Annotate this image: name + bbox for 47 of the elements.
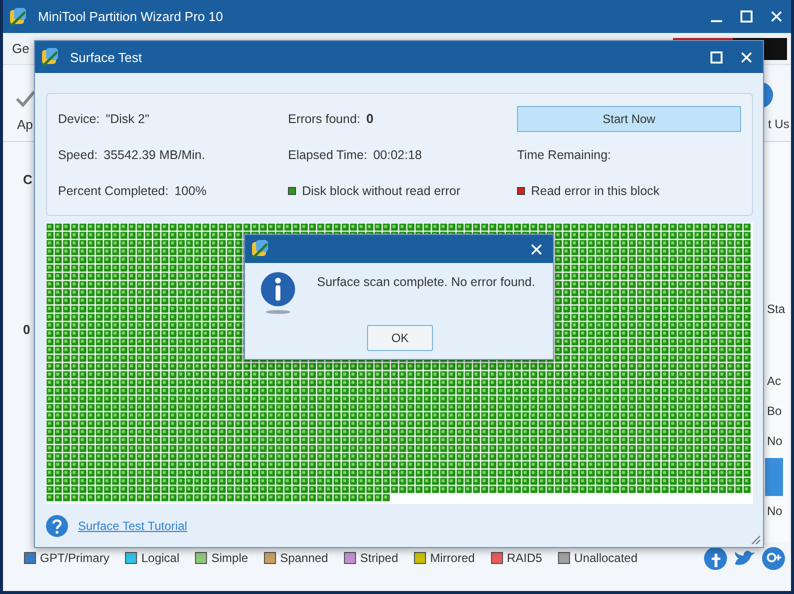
field-value: 35542.39 MB/Min. (104, 148, 206, 162)
message-text: Surface scan complete. No error found. (317, 275, 536, 289)
side-heading: C (23, 172, 32, 187)
ok-button[interactable]: OK (367, 325, 433, 351)
window-title: MiniTool Partition Wizard Pro 10 (38, 9, 223, 24)
field-label: Time Remaining: (517, 148, 612, 162)
table-cell: No (767, 434, 782, 448)
field-value: "Disk 2" (106, 112, 150, 126)
table-cell: Bo (767, 404, 782, 418)
close-icon[interactable] (530, 242, 543, 256)
field-label: Errors found: (288, 112, 360, 126)
field-label: Device: (58, 112, 100, 126)
legend-label: GPT/Primary (40, 551, 110, 565)
legend-label: Read error in this block (531, 184, 660, 198)
toolbar-label[interactable]: Ap (17, 117, 33, 132)
table-cell: Sta (767, 302, 786, 316)
close-icon[interactable] (740, 50, 753, 64)
maximize-icon[interactable] (710, 50, 723, 64)
field-label: Elapsed Time: (288, 148, 368, 162)
field-value: 100% (174, 184, 206, 198)
side-heading: 0 (23, 322, 30, 337)
toolbar-label[interactable]: t Us (768, 117, 790, 131)
help-icon[interactable] (46, 515, 68, 537)
legend-label: Spanned (280, 551, 328, 565)
menu-item[interactable]: Ge (12, 41, 30, 56)
field-label: Speed: (58, 148, 98, 162)
resize-grip-icon[interactable] (749, 533, 761, 545)
legend-label: RAID5 (506, 551, 542, 565)
maximize-icon[interactable] (740, 10, 753, 23)
legend-label: Logical (141, 551, 180, 565)
legend-label: Striped (360, 551, 398, 565)
close-icon[interactable] (770, 10, 783, 23)
field-label: Percent Completed: (58, 184, 168, 198)
table-cell: No (767, 504, 782, 518)
tutorial-link[interactable]: Surface Test Tutorial (78, 519, 188, 533)
table-cell: Ac (767, 374, 782, 388)
legend-label: Disk block without read error (302, 184, 460, 198)
field-value: 0 (366, 111, 374, 126)
info-icon (259, 271, 297, 315)
legend-label: Mirrored (430, 551, 475, 565)
field-value: 00:02:18 (373, 148, 422, 162)
dialog-title: Surface Test (70, 50, 142, 64)
legend-label: Simple (211, 551, 248, 565)
google-plus-icon[interactable] (762, 546, 785, 570)
check-icon[interactable] (15, 89, 35, 109)
start-now-button[interactable]: Start Now (517, 106, 741, 132)
legend-label: Unallocated (574, 551, 638, 565)
